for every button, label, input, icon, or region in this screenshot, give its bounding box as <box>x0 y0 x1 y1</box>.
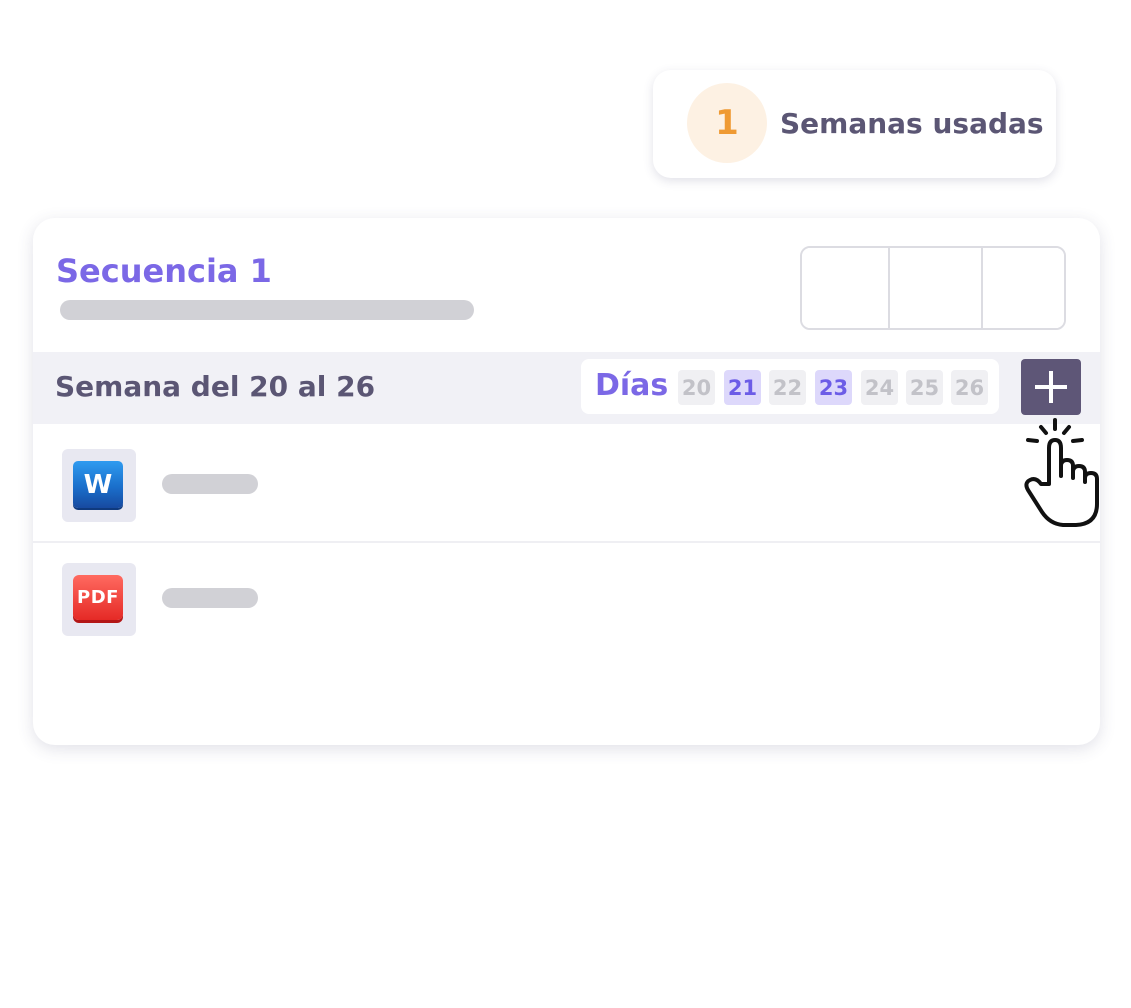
days-selector: Días 20 21 22 23 24 25 26 <box>581 359 999 414</box>
weeks-count-badge: 1 <box>687 83 767 163</box>
file-row-pdf[interactable]: PDF <box>33 543 1100 655</box>
day-22[interactable]: 22 <box>769 370 806 405</box>
file-icon-tile: W <box>62 449 136 522</box>
sequence-title: Secuencia 1 <box>56 252 272 290</box>
file-name-placeholder <box>162 474 258 494</box>
sequence-description-placeholder <box>60 300 474 320</box>
day-23[interactable]: 23 <box>815 370 852 405</box>
file-name-placeholder <box>162 588 258 608</box>
segment-option-1[interactable] <box>802 248 888 328</box>
segment-option-2[interactable] <box>888 248 981 328</box>
pdf-icon: PDF <box>73 575 123 620</box>
day-20[interactable]: 20 <box>678 370 715 405</box>
weeks-used-card: 1 Semanas usadas <box>653 70 1056 178</box>
segmented-control <box>800 246 1066 330</box>
sequence-card: Secuencia 1 Semana del 20 al 26 Días 20 … <box>33 218 1100 745</box>
week-label: Semana del 20 al 26 <box>55 370 376 403</box>
file-row-word[interactable]: W <box>33 429 1100 543</box>
day-24[interactable]: 24 <box>861 370 898 405</box>
day-26[interactable]: 26 <box>951 370 988 405</box>
add-button[interactable] <box>1021 359 1081 415</box>
file-icon-tile: PDF <box>62 563 136 636</box>
plus-icon <box>1035 371 1067 403</box>
days-label: Días <box>595 368 669 403</box>
week-row: Semana del 20 al 26 Días 20 21 22 23 24 … <box>33 352 1100 424</box>
day-21[interactable]: 21 <box>724 370 761 405</box>
hand-pointer-icon <box>1024 418 1099 527</box>
word-icon: W <box>73 461 123 508</box>
weeks-used-label: Semanas usadas <box>780 107 1044 140</box>
day-25[interactable]: 25 <box>906 370 943 405</box>
segment-option-3[interactable] <box>981 248 1064 328</box>
